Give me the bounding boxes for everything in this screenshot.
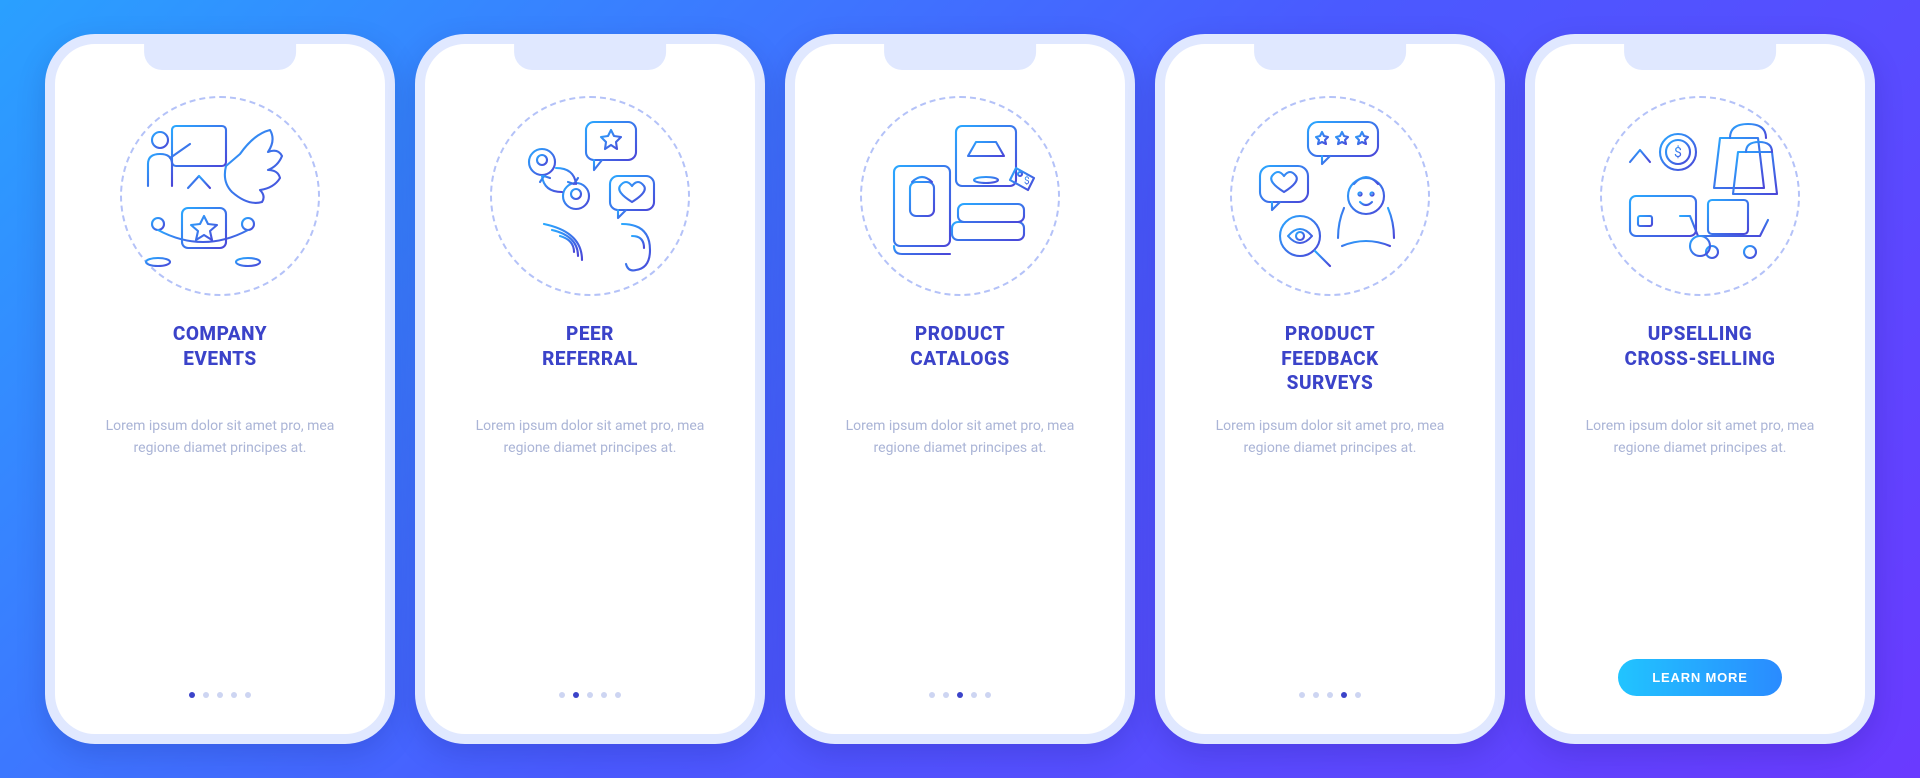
events-illustration — [120, 96, 320, 296]
screen-title: UPSELLING CROSS-SELLING — [1625, 322, 1776, 398]
page-dot[interactable] — [189, 692, 195, 698]
phone-notch — [884, 44, 1036, 70]
page-dot[interactable] — [587, 692, 593, 698]
page-dot[interactable] — [573, 692, 579, 698]
upsell-illustration: $ — [1600, 96, 1800, 296]
page-dot[interactable] — [1299, 692, 1305, 698]
screen-title: PEER REFERRAL — [542, 322, 638, 398]
onboarding-screen: $ — [1535, 44, 1865, 734]
page-dot[interactable] — [245, 692, 251, 698]
feedback-illustration — [1230, 96, 1430, 296]
page-indicator — [189, 692, 251, 698]
phone-notch — [1254, 44, 1406, 70]
onboarding-row: COMPANY EVENTS Lorem ipsum dolor sit ame… — [30, 34, 1890, 744]
screen-description: Lorem ipsum dolor sit amet pro, mea regi… — [830, 416, 1090, 459]
screen-description: Lorem ipsum dolor sit amet pro, mea regi… — [460, 416, 720, 459]
page-dot[interactable] — [1313, 692, 1319, 698]
phone-mockup: PEER REFERRAL Lorem ipsum dolor sit amet… — [415, 34, 765, 744]
page-indicator — [1299, 692, 1361, 698]
screen-description: Lorem ipsum dolor sit amet pro, mea regi… — [1570, 416, 1830, 459]
screen-title: PRODUCT FEEDBACK SURVEYS — [1281, 322, 1378, 398]
phone-mockup: PRODUCT FEEDBACK SURVEYS Lorem ipsum dol… — [1155, 34, 1505, 744]
page-dot[interactable] — [231, 692, 237, 698]
page-dot[interactable] — [1341, 692, 1347, 698]
catalogs-illustration: $ — [860, 96, 1060, 296]
page-dot[interactable] — [203, 692, 209, 698]
svg-text:$: $ — [1674, 144, 1682, 161]
page-dot[interactable] — [957, 692, 963, 698]
phone-mockup: COMPANY EVENTS Lorem ipsum dolor sit ame… — [45, 34, 395, 744]
screen-title: PRODUCT CATALOGS — [910, 322, 1009, 398]
page-dot[interactable] — [1327, 692, 1333, 698]
page-dot[interactable] — [929, 692, 935, 698]
page-indicator — [929, 692, 991, 698]
page-dot[interactable] — [943, 692, 949, 698]
onboarding-screen: PRODUCT FEEDBACK SURVEYS Lorem ipsum dol… — [1165, 44, 1495, 734]
screen-description: Lorem ipsum dolor sit amet pro, mea regi… — [90, 416, 350, 459]
page-dot[interactable] — [559, 692, 565, 698]
svg-text:$: $ — [1024, 174, 1030, 187]
phone-mockup: $ — [1525, 34, 1875, 744]
page-dot[interactable] — [985, 692, 991, 698]
phone-notch — [1624, 44, 1776, 70]
screen-title: COMPANY EVENTS — [173, 322, 267, 398]
phone-mockup: $ PRODUCT CATALOGS Lorem ipsum — [785, 34, 1135, 744]
page-dot[interactable] — [217, 692, 223, 698]
referral-illustration — [490, 96, 690, 296]
page-dot[interactable] — [1355, 692, 1361, 698]
phone-notch — [144, 44, 296, 70]
phone-notch — [514, 44, 666, 70]
learn-more-button[interactable]: LEARN MORE — [1618, 659, 1781, 696]
onboarding-screen: $ PRODUCT CATALOGS Lorem ipsum — [795, 44, 1125, 734]
page-dot[interactable] — [971, 692, 977, 698]
page-indicator — [559, 692, 621, 698]
page-dot[interactable] — [601, 692, 607, 698]
page-dot[interactable] — [615, 692, 621, 698]
onboarding-screen: PEER REFERRAL Lorem ipsum dolor sit amet… — [425, 44, 755, 734]
onboarding-screen: COMPANY EVENTS Lorem ipsum dolor sit ame… — [55, 44, 385, 734]
screen-description: Lorem ipsum dolor sit amet pro, mea regi… — [1200, 416, 1460, 459]
